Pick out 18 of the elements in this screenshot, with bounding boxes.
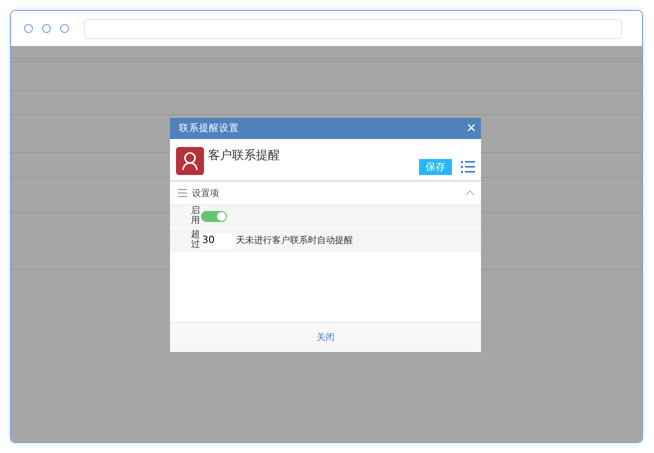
list-icon <box>178 189 187 197</box>
chevron-up-icon[interactable] <box>465 190 475 196</box>
field-hint: 天未进行客户联系时自动提醒 <box>236 234 353 247</box>
window-dot-icon[interactable] <box>60 24 69 33</box>
list-menu-icon[interactable] <box>461 161 475 173</box>
close-button[interactable]: × <box>466 120 476 136</box>
number-field[interactable]: 30 <box>200 232 236 248</box>
close-link[interactable]: 关闭 <box>316 331 334 344</box>
toggle-switch[interactable] <box>201 211 227 222</box>
dialog-title: 联系提醒设置 <box>179 122 239 135</box>
record-title: 客户联系提醒 <box>208 147 280 164</box>
field-label: 超过 <box>191 230 200 250</box>
section-title: 设置项 <box>192 188 219 200</box>
window-dot-icon[interactable] <box>24 24 33 33</box>
save-button[interactable]: 保存 <box>419 159 452 175</box>
person-icon <box>176 147 204 175</box>
field-label: 启用 <box>191 206 200 226</box>
window-dot-icon[interactable] <box>42 24 51 33</box>
